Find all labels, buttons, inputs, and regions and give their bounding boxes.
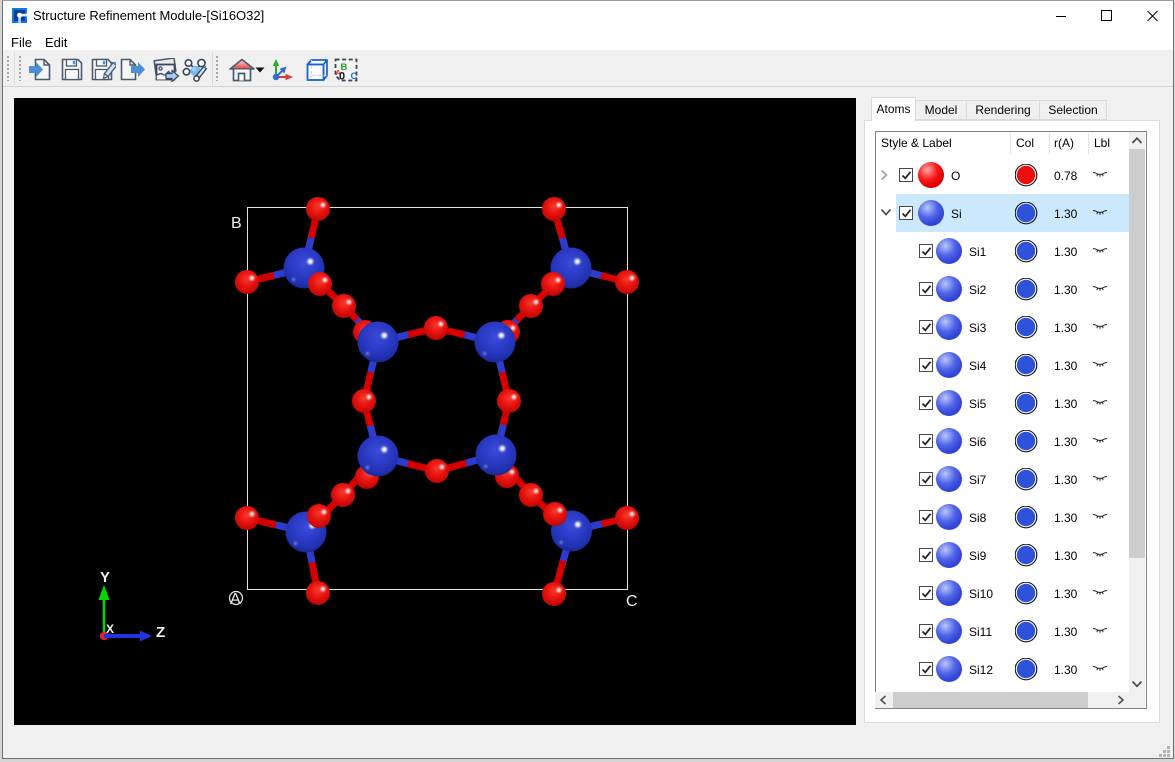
svg-text:C: C — [626, 593, 638, 610]
svg-text:B: B — [231, 215, 242, 232]
svg-text:X: X — [106, 622, 114, 636]
svg-text:Y: Y — [100, 569, 110, 586]
svg-text:C: C — [351, 71, 358, 82]
svg-text:Z: Z — [156, 624, 165, 641]
svg-text:0: 0 — [339, 71, 345, 83]
